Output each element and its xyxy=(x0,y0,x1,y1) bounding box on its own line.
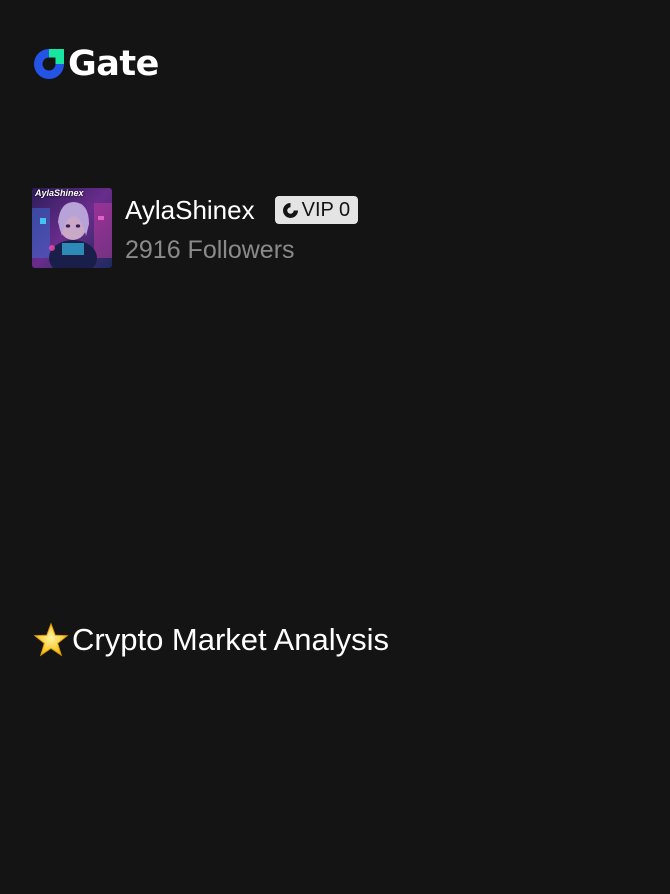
post-title[interactable]: Crypto Market Analysis xyxy=(32,620,389,660)
gate-logo[interactable]: Gate xyxy=(32,44,159,84)
follower-count: 2916 Followers xyxy=(125,236,295,264)
star-icon xyxy=(33,622,69,657)
username[interactable]: AylaShinex xyxy=(125,197,255,223)
post-title-text: Crypto Market Analysis xyxy=(72,622,389,657)
gate-mark-icon xyxy=(282,202,298,218)
vip-badge: VIP 0 xyxy=(274,196,359,224)
gate-logo-icon xyxy=(34,49,64,79)
vip-label: VIP 0 xyxy=(301,199,351,221)
name-row: AylaShinex VIP 0 xyxy=(125,188,359,232)
avatar-image xyxy=(32,188,112,268)
author-profile: AylaShinex AylaShinex VIP 0 2916 Followe… xyxy=(32,188,359,268)
gate-logo-text: Gate xyxy=(68,43,159,84)
avatar-caption: AylaShinex xyxy=(35,188,84,198)
avatar[interactable]: AylaShinex xyxy=(32,188,112,268)
profile-info: AylaShinex VIP 0 2916 Followers xyxy=(125,188,359,267)
